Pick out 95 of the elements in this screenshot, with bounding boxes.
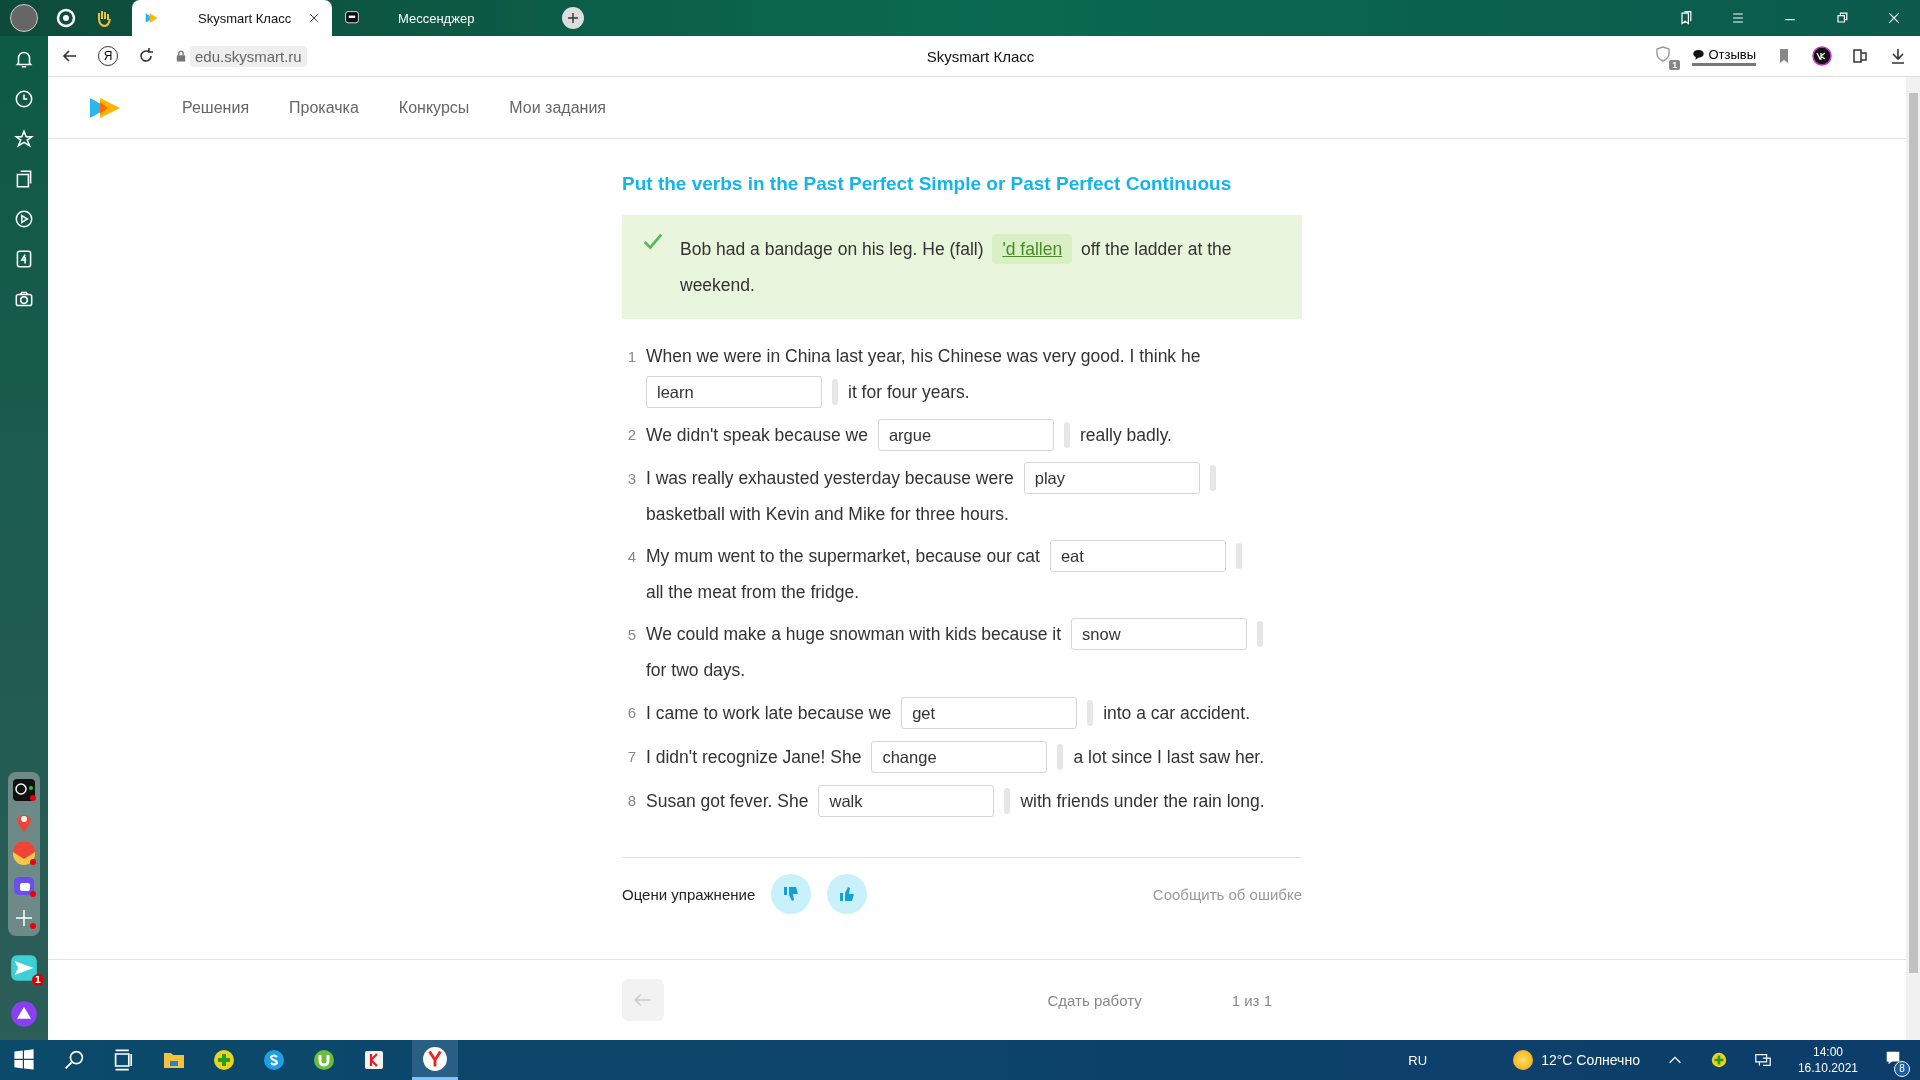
sentence-text: I didn't recognize Jane! She [646, 746, 862, 769]
sun-icon[interactable] [1513, 1050, 1534, 1070]
clock-icon[interactable] [13, 88, 35, 110]
language-indicator[interactable]: RU [1408, 1052, 1428, 1068]
sentence-text: Susan got fever. She [646, 790, 809, 813]
question-number: 3 [626, 469, 636, 489]
lock-icon [174, 49, 188, 63]
scrollbar-thumb[interactable] [1908, 93, 1918, 973]
answer-field[interactable]: play [1023, 462, 1200, 494]
sentence-text: all the meat from the fridge. [646, 581, 860, 604]
reviews-button[interactable]: Отзывы [1692, 46, 1756, 66]
notification-badge: 1 [32, 974, 44, 986]
hint-bar-icon [1063, 422, 1070, 448]
bookmarks-icon[interactable] [1678, 10, 1694, 26]
play-icon[interactable] [13, 208, 35, 230]
question-number: 1 [626, 347, 636, 367]
nav-link[interactable]: Мои задания [509, 98, 606, 117]
question-number: 4 [626, 547, 636, 567]
browser-tab[interactable]: Мессенджер [332, 0, 532, 36]
chat-bubble-icon [344, 10, 360, 26]
example-sentence: Bob had a bandage on his leg. He (fall) 'd fallen off the ladder at the weekend. [680, 231, 1240, 303]
hint-bar-icon [1004, 788, 1011, 814]
plus-circle-app-icon[interactable] [212, 1048, 236, 1072]
nav-link[interactable]: Прокачка [289, 98, 359, 117]
torrent-icon[interactable] [312, 1048, 336, 1072]
mail-app-icon[interactable] [12, 842, 36, 866]
sentence-text: into a car accident. [1103, 702, 1250, 725]
skype-icon[interactable] [262, 1048, 286, 1072]
sentence-text: basketball with Kevin and Mike for three hours. [646, 503, 1009, 526]
sentence-text: it for four years. [848, 381, 970, 404]
vk-icon[interactable] [1812, 46, 1832, 66]
browser-tab[interactable]: Skysmart Класс [132, 0, 332, 36]
answer-field[interactable]: walk [818, 785, 995, 817]
hint-bar-icon [1209, 465, 1216, 491]
like-button[interactable] [827, 874, 868, 914]
rate-label: Оцени упражнение [622, 885, 756, 903]
menu-icon[interactable] [1730, 10, 1746, 26]
close-icon[interactable] [1886, 10, 1902, 26]
target-icon[interactable] [56, 8, 76, 28]
sentence-text: with friends under the rain long. [1020, 790, 1265, 813]
browser-logo-icon [422, 1045, 448, 1072]
answer-field[interactable]: argue [877, 419, 1054, 451]
question-number: 5 [626, 625, 636, 645]
question-number: 8 [626, 791, 636, 811]
search-icon[interactable] [62, 1048, 86, 1072]
sentence-text: for two days. [646, 659, 746, 682]
hint-bar-icon [832, 379, 838, 405]
answer-field[interactable]: snow [1071, 618, 1248, 650]
weather-text[interactable]: 12°C Солнечно [1541, 1052, 1640, 1068]
exercise-title: Put the verbs in the Past Perfect Simple or Past Perfect Continuous [622, 173, 1233, 195]
gallery-app-icon[interactable] [12, 874, 36, 898]
submit-work-button[interactable]: Сдать работу [1047, 991, 1142, 1009]
answer-field[interactable]: eat [1049, 540, 1226, 572]
answer-field[interactable]: learn [646, 376, 822, 408]
sentence-text: a lot since I last saw her. [1073, 746, 1265, 769]
profile-avatar[interactable] [10, 4, 38, 32]
windows-start-icon[interactable] [12, 1048, 36, 1072]
nav-link[interactable]: Конкурсы [398, 98, 470, 117]
answer-field[interactable]: change [871, 741, 1048, 773]
play-logo-icon[interactable] [88, 95, 122, 120]
browser-app-icon[interactable] [362, 1048, 386, 1072]
assistant-app-icon[interactable] [10, 1000, 38, 1028]
network-icon[interactable] [1753, 1051, 1772, 1069]
sentence-text: We could make a huge snowman with kids because it [646, 623, 1062, 646]
sentence-text: When we were in China last year, his Chinese was very good. I think he [646, 345, 1201, 368]
hint-bar-icon [1087, 700, 1094, 726]
restore-icon[interactable] [1834, 10, 1850, 26]
address-field[interactable]: edu.skysmart.ru [190, 45, 307, 67]
clock-date[interactable]: 16.10.2021 [1797, 1060, 1858, 1076]
camera-app-icon[interactable] [12, 778, 36, 802]
dislike-button[interactable] [771, 874, 812, 914]
hint-bar-icon [1057, 744, 1064, 770]
yandex-browser-taskbar-button[interactable] [412, 1040, 458, 1080]
question-number: 2 [626, 425, 636, 445]
notification-count-badge: 8 [1894, 1061, 1910, 1077]
sentence-text: I came to work late because we [646, 702, 892, 725]
page-title: Skysmart Класс [925, 47, 1036, 65]
clock-time[interactable]: 14:00 [1812, 1044, 1843, 1060]
nav-link[interactable]: Решения [182, 98, 250, 117]
plus-circle-tray-icon[interactable] [1709, 1051, 1728, 1069]
question-number: 7 [626, 747, 636, 767]
hint-bar-icon [1257, 621, 1264, 647]
sentence-text: My mum went to the supermarket, because our cat [646, 545, 1040, 568]
close-icon[interactable] [308, 12, 320, 24]
sentence-text: I was really exhausted yesterday because were [646, 467, 1014, 490]
speech-bubble-icon [1692, 47, 1706, 61]
extensions-icon[interactable] [1850, 46, 1870, 66]
hint-bar-icon [1235, 543, 1242, 569]
count-badge: 1 [1669, 60, 1681, 70]
question-number: 6 [626, 703, 636, 723]
page-counter: 1 из 1 [1231, 991, 1272, 1009]
answer-field[interactable]: get [901, 697, 1078, 729]
sentence-text: We didn't speak because we [646, 424, 868, 447]
star-icon[interactable] [13, 128, 35, 150]
sentence-text: really badly. [1079, 424, 1172, 447]
